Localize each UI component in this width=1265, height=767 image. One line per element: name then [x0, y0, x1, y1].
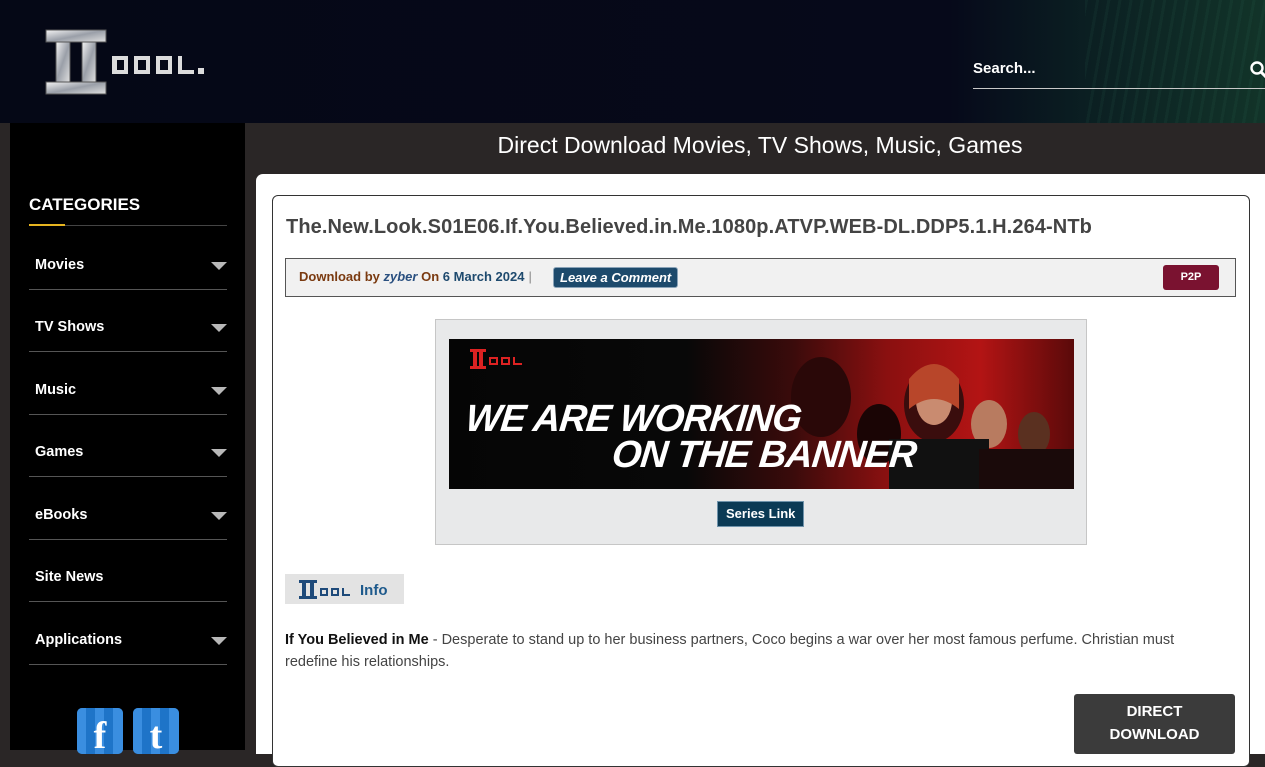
sidebar-item-label: Site News	[35, 569, 104, 585]
sidebar-item-label: Games	[35, 444, 84, 460]
sidebar: CATEGORIES Movies TV Shows Music Games e…	[10, 123, 245, 754]
chevron-down-icon[interactable]	[211, 387, 227, 395]
twitter-icon[interactable]: t	[133, 708, 179, 754]
site-logo[interactable]	[44, 28, 209, 96]
banner-line-2: ON THE BANNER	[609, 434, 919, 476]
on-label: On	[421, 269, 440, 284]
chevron-down-icon[interactable]	[211, 324, 227, 332]
heading-divider	[29, 224, 227, 226]
sidebar-item-games[interactable]: Games	[29, 414, 227, 477]
direct-download-button[interactable]: DIRECT DOWNLOAD	[1074, 694, 1235, 754]
sidebar-item-applications[interactable]: Applications	[29, 602, 227, 665]
series-link-button[interactable]: Series Link	[717, 501, 805, 527]
banner-container: WE ARE WORKING ON THE BANNER Series Link	[435, 319, 1087, 545]
sidebar-item-music[interactable]: Music	[29, 352, 227, 415]
banner-logo	[470, 349, 522, 369]
download-label-line-1: DIRECT	[1126, 703, 1183, 720]
post-title[interactable]: The.New.Look.S01E06.If.You.Believed.in.M…	[286, 216, 1092, 239]
leave-comment-button[interactable]: Leave a Comment	[553, 267, 679, 288]
post-card: The.New.Look.S01E06.If.You.Believed.in.M…	[272, 195, 1250, 767]
post-date: 6 March 2024	[442, 269, 525, 284]
sidebar-item-label: Movies	[35, 257, 85, 273]
episode-title: If You Believed in Me	[285, 632, 429, 648]
chevron-down-icon[interactable]	[211, 637, 227, 645]
sidebar-item-tv-shows[interactable]: TV Shows	[29, 289, 227, 352]
search-icon[interactable]	[1249, 60, 1265, 80]
site-header	[0, 0, 1265, 123]
heading-accent	[29, 224, 65, 226]
download-label-line-2: DOWNLOAD	[1109, 726, 1200, 743]
info-label: Info	[360, 582, 388, 599]
sidebar-item-label: TV Shows	[35, 319, 105, 335]
content-area: The.New.Look.S01E06.If.You.Believed.in.M…	[256, 174, 1265, 767]
author-link[interactable]: zyber	[384, 269, 418, 284]
sidebar-item-label: Music	[35, 382, 77, 398]
info-logo	[299, 580, 350, 599]
info-badge: Info	[285, 574, 404, 604]
banner-text: WE ARE WORKING ON THE BANNER	[460, 398, 921, 476]
sidebar-item-label: eBooks	[35, 507, 88, 523]
sidebar-item-label: Applications	[35, 632, 123, 648]
meta-separator: |	[528, 269, 532, 284]
post-meta-bar: Download by zyber On 6 March 2024 | Leave…	[285, 258, 1236, 297]
svg-text:f: f	[94, 715, 108, 754]
chevron-down-icon[interactable]	[211, 262, 227, 270]
facebook-icon[interactable]: f	[77, 708, 123, 754]
sidebar-item-movies[interactable]: Movies	[29, 227, 227, 290]
download-by-label: Download by	[299, 269, 380, 284]
episode-synopsis: If You Believed in Me - Desperate to sta…	[285, 629, 1225, 673]
chevron-down-icon[interactable]	[211, 449, 227, 457]
post-meta-text: Download by zyber On 6 March 2024 |	[299, 269, 536, 284]
categories-heading: CATEGORIES	[29, 195, 141, 214]
search-input[interactable]	[973, 54, 1223, 82]
chevron-down-icon[interactable]	[211, 512, 227, 520]
search-box	[973, 52, 1265, 89]
sidebar-item-ebooks[interactable]: eBooks	[29, 477, 227, 540]
p2p-badge[interactable]: P2P	[1163, 265, 1219, 290]
page-title: Direct Download Movies, TV Shows, Music,…	[497, 132, 1023, 158]
post-banner: WE ARE WORKING ON THE BANNER	[449, 339, 1074, 489]
svg-text:t: t	[150, 715, 163, 754]
sidebar-item-site-news[interactable]: Site News	[29, 539, 227, 602]
